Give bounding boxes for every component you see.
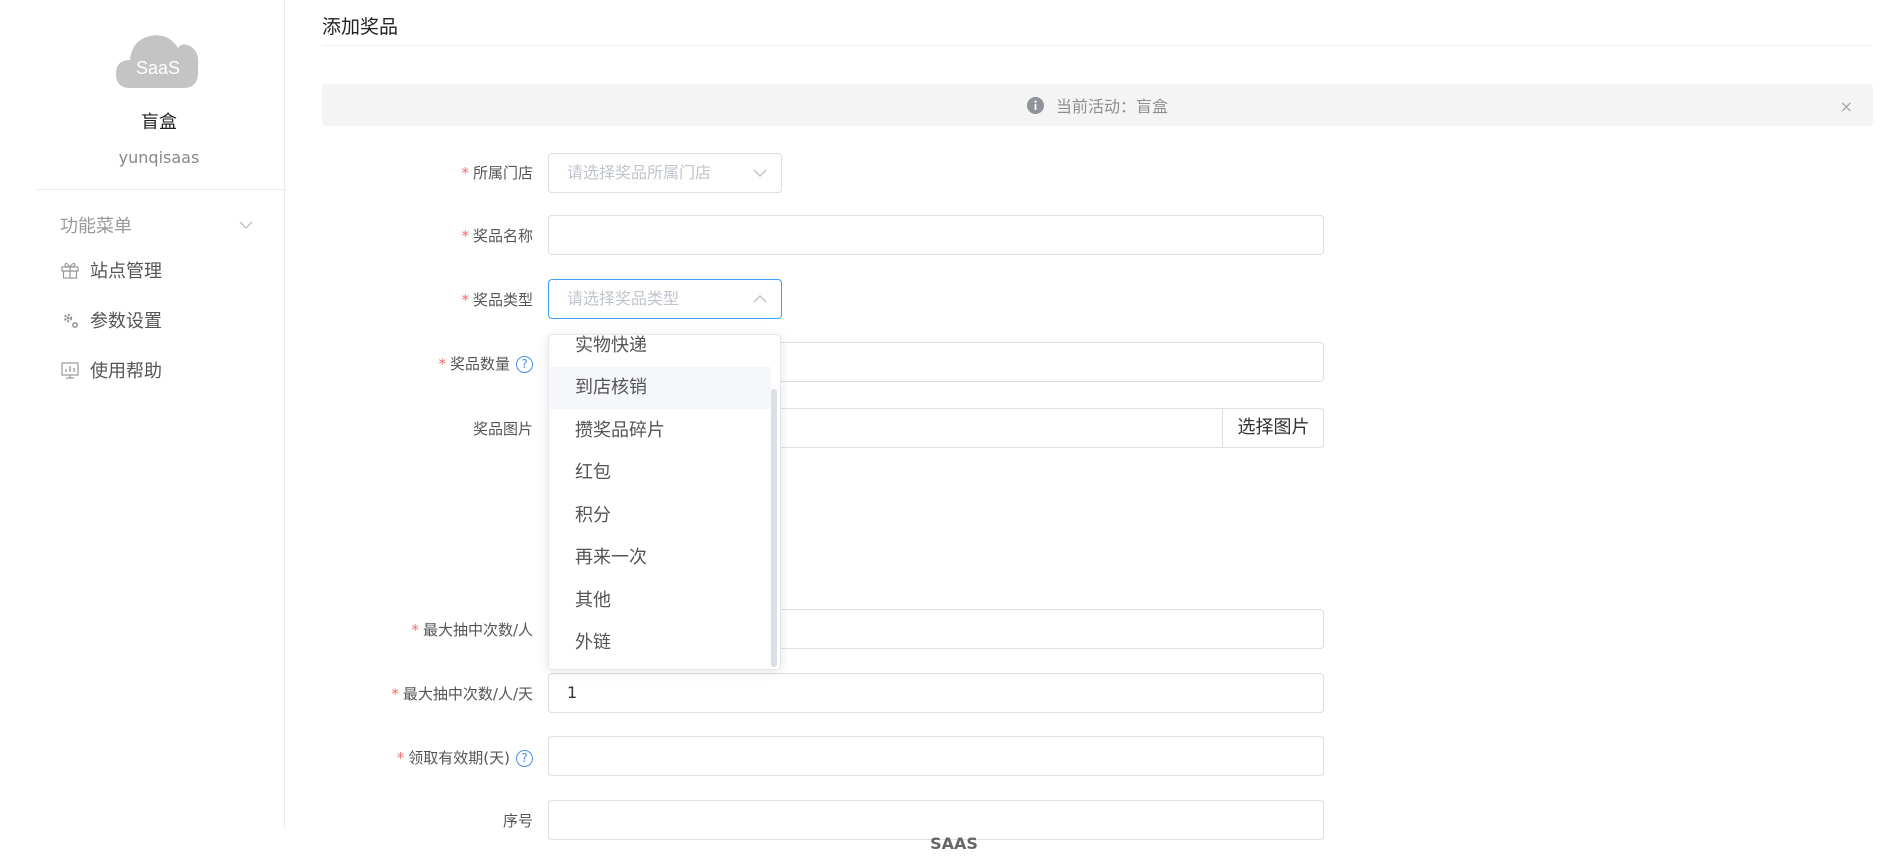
type-label: * 奖品类型: [461, 291, 533, 309]
close-icon[interactable]: ×: [1840, 97, 1853, 116]
chevron-up-icon: [753, 294, 767, 303]
footer-brand: SAAS: [930, 834, 978, 853]
max-per-person-day-input[interactable]: 1: [548, 673, 1324, 713]
valid-days-label: * 领取有效期(天)?: [397, 747, 533, 768]
sidebar-item-label: 使用帮助: [90, 361, 162, 382]
max-per-person-label: * 最大抽中次数/人: [411, 621, 533, 639]
dropdown-option[interactable]: 实物快递: [549, 335, 771, 367]
sidebar-item-params[interactable]: 参数设置: [60, 306, 162, 334]
activity-alert: 当前活动：盲盒 ×: [322, 84, 1873, 126]
info-icon: [1026, 96, 1044, 114]
menu-title: 功能菜单: [60, 216, 132, 237]
dropdown-option[interactable]: 其他: [549, 580, 771, 622]
image-label: 奖品图片: [472, 420, 533, 438]
valid-days-input[interactable]: [548, 736, 1324, 776]
sidebar-item-label: 参数设置: [90, 311, 162, 332]
required-mark: *: [396, 749, 405, 767]
max-per-person-day-label: * 最大抽中次数/人/天: [391, 685, 533, 703]
store-select-placeholder: 请选择奖品所属门店: [567, 163, 712, 182]
help-icon[interactable]: ?: [516, 356, 533, 373]
chevron-down-icon: [753, 169, 767, 178]
sidebar-item-help[interactable]: 使用帮助: [60, 356, 162, 384]
site-user: yunqisaas: [118, 148, 200, 167]
dropdown-option[interactable]: 到店核销: [549, 367, 771, 409]
name-label: * 奖品名称: [461, 227, 533, 245]
required-mark: *: [411, 621, 419, 639]
site-name: 盲盒: [141, 112, 177, 133]
page-title: 添加奖品: [322, 16, 399, 38]
required-mark: *: [461, 227, 469, 245]
dropdown-option[interactable]: 再来一次: [549, 537, 771, 579]
title-divider: [322, 45, 1872, 46]
required-mark: *: [391, 685, 399, 703]
required-mark: *: [461, 291, 469, 309]
dropdown-option[interactable]: 外链: [549, 622, 771, 664]
chevron-down-icon: [239, 221, 253, 230]
prize-name-input[interactable]: [548, 215, 1324, 255]
order-label: 序号: [502, 812, 533, 830]
quantity-label: * 奖品数量?: [438, 353, 533, 374]
menu-header[interactable]: 功能菜单: [60, 212, 260, 238]
required-mark: *: [438, 355, 446, 373]
sidebar-item-label: 站点管理: [90, 261, 162, 282]
store-select[interactable]: 请选择奖品所属门店: [548, 153, 782, 193]
dropdown-scrollbar[interactable]: [771, 389, 777, 667]
prize-type-dropdown: 实物快递 到店核销 攒奖品碎片 红包 积分 再来一次 其他 外链: [548, 334, 781, 670]
select-image-button[interactable]: 选择图片: [1222, 408, 1324, 448]
required-mark: *: [461, 164, 469, 182]
gear-icon: [60, 310, 80, 330]
saas-cloud-logo: SaaS: [116, 35, 199, 88]
prize-type-select[interactable]: 请选择奖品类型: [548, 279, 782, 319]
dropdown-option[interactable]: 积分: [549, 495, 771, 537]
gift-icon: [60, 260, 80, 280]
alert-text: 当前活动：盲盒: [1055, 97, 1168, 116]
sidebar-item-site-manage[interactable]: 站点管理: [60, 256, 162, 284]
logo-text: SaaS: [136, 58, 180, 78]
prize-type-placeholder: 请选择奖品类型: [567, 289, 680, 308]
sidebar: SaaS 盲盒 yunqisaas 功能菜单 站点管理 参数设置 使用帮助: [0, 0, 285, 828]
dropdown-option[interactable]: 攒奖品碎片: [549, 410, 771, 452]
sidebar-divider: [36, 189, 285, 190]
chart-icon: [60, 360, 80, 380]
help-icon[interactable]: ?: [516, 750, 533, 767]
store-label: * 所属门店: [461, 164, 533, 182]
dropdown-option[interactable]: 红包: [549, 452, 771, 494]
